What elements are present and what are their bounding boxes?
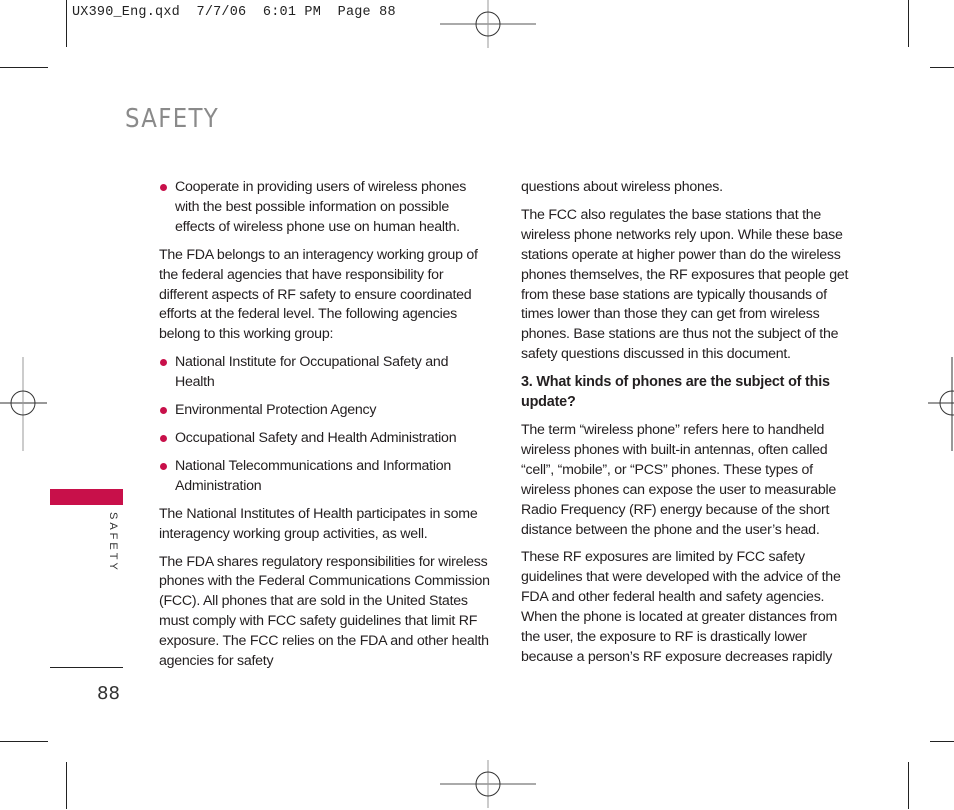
crop-mark — [66, 0, 67, 47]
crop-mark — [908, 762, 909, 809]
bullet-icon — [160, 462, 167, 470]
section-title: SAFETY — [125, 104, 220, 134]
paragraph: The FDA shares regulatory responsibiliti… — [159, 553, 490, 670]
crop-mark — [0, 67, 48, 68]
crop-mark — [66, 762, 67, 809]
crop-mark — [930, 741, 954, 742]
paragraph: The term “wireless phone” refers here to… — [521, 421, 837, 538]
bullet-item: Cooperate in providing users of wireless… — [159, 178, 491, 238]
paragraph: The FCC also regulates the base stations… — [521, 206, 849, 363]
page-number: 88 — [97, 683, 120, 704]
agency-name: National Institute for Occupational Safe… — [175, 354, 449, 391]
crop-mark — [908, 0, 909, 47]
agency-name: Environmental Protection Agency — [175, 402, 377, 419]
section-tab-marker — [50, 489, 123, 505]
registration-mark-left — [0, 357, 47, 451]
crop-mark — [0, 741, 48, 742]
bullet-icon — [160, 359, 167, 367]
registration-mark-top — [440, 0, 536, 48]
registration-mark-bottom — [440, 760, 536, 808]
left-column: Cooperate in providing users of wireless… — [159, 178, 491, 680]
bullet-icon — [160, 184, 167, 191]
question-heading: 3. What kinds of phones are the subject … — [521, 374, 830, 411]
agency-item: Environmental Protection Agency — [159, 401, 491, 421]
registration-mark-right — [928, 357, 954, 451]
paragraph: The FDA belongs to an interagency workin… — [159, 246, 478, 343]
crop-mark — [930, 67, 954, 68]
agency-item: National Institute for Occupational Safe… — [159, 353, 491, 393]
bullet-icon — [160, 407, 167, 415]
paragraph: The National Institutes of Health partic… — [159, 505, 478, 542]
bullet-icon — [160, 434, 167, 442]
agency-item: National Telecommunications and Informat… — [159, 457, 491, 497]
bullet-text: Cooperate in providing users of wireless… — [175, 179, 467, 235]
side-tab-label: SAFETY — [107, 512, 119, 573]
agency-name: Occupational Safety and Health Administr… — [175, 429, 457, 446]
print-slug: UX390_Eng.qxd 7/7/06 6:01 PM Page 88 — [72, 5, 396, 20]
agency-item: Occupational Safety and Health Administr… — [159, 429, 491, 449]
paragraph: These RF exposures are limited by FCC sa… — [521, 549, 841, 665]
paragraph: questions about wireless phones. — [521, 179, 723, 195]
page-number-rule — [50, 667, 123, 668]
agency-name: National Telecommunications and Informat… — [175, 457, 452, 494]
right-column: questions about wireless phones. The FCC… — [521, 178, 853, 676]
